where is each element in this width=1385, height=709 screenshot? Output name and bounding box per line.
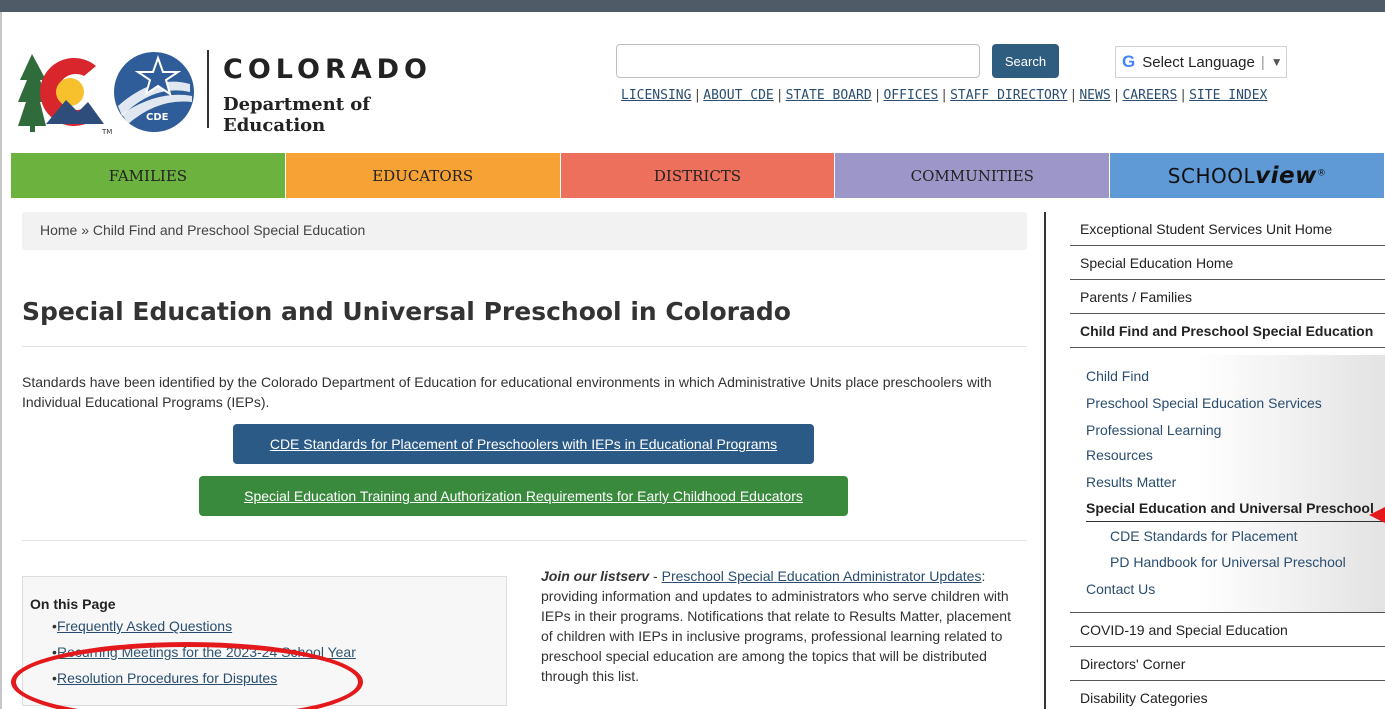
sidebar-item-ess-unit-home[interactable]: Exceptional Student Services Unit Home bbox=[1070, 212, 1385, 246]
util-link-news[interactable]: NEWS bbox=[1079, 88, 1110, 103]
logo-divider bbox=[207, 50, 209, 128]
sidebar-subitem-resources[interactable]: Resources bbox=[1086, 447, 1153, 463]
sidebar-item-special-education-home[interactable]: Special Education Home bbox=[1070, 246, 1385, 280]
on-this-page-label: On this Page bbox=[30, 596, 116, 612]
sidebar-subitem-professional-learning[interactable]: Professional Learning bbox=[1086, 422, 1221, 438]
sidebar-subitem-pd-handbook[interactable]: PD Handbook for Universal Preschool bbox=[1110, 554, 1346, 570]
nav-communities[interactable]: COMMUNITIES bbox=[835, 153, 1111, 198]
search-button[interactable]: Search bbox=[992, 44, 1059, 78]
logo-state-name: COLORADO bbox=[223, 54, 433, 85]
sidebar-item-child-find-preschool[interactable]: Child Find and Preschool Special Educati… bbox=[1070, 314, 1385, 348]
cde-logo[interactable]: TM CDE COLORADO Department of Education bbox=[18, 44, 468, 136]
listserv-text: Join our listserv - Preschool Special Ed… bbox=[541, 568, 1011, 684]
listserv-heading: Join our listserv bbox=[541, 568, 650, 584]
search-input[interactable] bbox=[616, 44, 980, 78]
nav-educators[interactable]: EDUCATORS bbox=[285, 153, 561, 198]
svg-text:CDE: CDE bbox=[146, 112, 169, 123]
main-nav: FAMILIES EDUCATORS DISTRICTS COMMUNITIES… bbox=[11, 153, 1385, 198]
intro-text: Standards have been identified by the Co… bbox=[22, 374, 992, 410]
sidebar-submenu: Child Find Preschool Special Education S… bbox=[1070, 355, 1385, 613]
nav-families[interactable]: FAMILIES bbox=[11, 153, 286, 198]
util-link-state-board[interactable]: STATE BOARD bbox=[786, 88, 872, 103]
cde-standards-button[interactable]: CDE Standards for Placement of Preschool… bbox=[233, 424, 814, 464]
svg-text:TM: TM bbox=[101, 128, 112, 136]
divider bbox=[22, 346, 1027, 347]
language-select[interactable]: G Select Language | ▼ bbox=[1115, 46, 1287, 78]
sidebar-divider bbox=[1044, 212, 1046, 709]
sidebar-subitem-child-find[interactable]: Child Find bbox=[1086, 368, 1149, 384]
listserv-link[interactable]: Preschool Special Education Administrato… bbox=[662, 568, 982, 584]
sidebar-nav-lower: COVID-19 and Special Education Directors… bbox=[1070, 613, 1385, 709]
list-item: Frequently Asked Questions bbox=[30, 613, 506, 639]
nav-schoolview[interactable]: SCHOOLview® bbox=[1110, 153, 1385, 198]
sidebar-subitem-results-matter[interactable]: Results Matter bbox=[1086, 474, 1176, 490]
chevron-down-icon: ▼ bbox=[1270, 55, 1283, 69]
divider bbox=[22, 540, 1027, 541]
logo-department-name: Department of Education bbox=[223, 94, 371, 136]
google-icon: G bbox=[1122, 52, 1136, 71]
sidebar-subitem-universal-preschool[interactable]: Special Education and Universal Preschoo… bbox=[1086, 500, 1374, 516]
util-link-staff-directory[interactable]: STAFF DIRECTORY bbox=[950, 88, 1067, 103]
nav-districts[interactable]: DISTRICTS bbox=[560, 153, 836, 198]
faq-link[interactable]: Frequently Asked Questions bbox=[57, 618, 232, 634]
util-link-careers[interactable]: CAREERS bbox=[1122, 88, 1177, 103]
active-underline bbox=[1086, 521, 1385, 522]
language-separator: | bbox=[1260, 53, 1265, 71]
schoolview-logo: SCHOOLview® bbox=[1167, 162, 1327, 189]
colorado-logo-icon: TM CDE bbox=[18, 52, 194, 136]
top-bar bbox=[0, 0, 1385, 12]
sidebar-subitem-preschool-services[interactable]: Preschool Special Education Services bbox=[1086, 395, 1322, 411]
sidebar-item-covid[interactable]: COVID-19 and Special Education bbox=[1070, 613, 1385, 647]
breadcrumb[interactable]: Home » Child Find and Preschool Special … bbox=[22, 212, 1027, 250]
training-requirements-button[interactable]: Special Education Training and Authoriza… bbox=[199, 476, 848, 516]
util-link-offices[interactable]: OFFICES bbox=[883, 88, 938, 103]
listserv-description: : providing information and updates to a… bbox=[541, 568, 1011, 684]
language-label: Select Language bbox=[1142, 53, 1255, 71]
sidebar-item-parents-families[interactable]: Parents / Families bbox=[1070, 280, 1385, 314]
sidebar-subitem-cde-standards[interactable]: CDE Standards for Placement bbox=[1110, 528, 1298, 544]
util-link-site-index[interactable]: SITE INDEX bbox=[1189, 88, 1267, 103]
sidebar-nav: Exceptional Student Services Unit Home S… bbox=[1070, 212, 1385, 348]
utility-links: LICENSING | ABOUT CDE | STATE BOARD | OFFICES |… bbox=[621, 88, 1268, 103]
sidebar-item-disability-categories[interactable]: Disability Categories bbox=[1070, 681, 1385, 709]
page-title: Special Education and Universal Preschoo… bbox=[22, 297, 791, 326]
window-edge bbox=[0, 12, 2, 709]
util-link-about-cde[interactable]: ABOUT CDE bbox=[703, 88, 773, 103]
util-link-licensing[interactable]: LICENSING bbox=[621, 88, 691, 103]
sidebar-item-directors-corner[interactable]: Directors' Corner bbox=[1070, 647, 1385, 681]
annotation-arrow bbox=[1369, 507, 1385, 523]
sidebar-subitem-contact-us[interactable]: Contact Us bbox=[1086, 581, 1155, 597]
